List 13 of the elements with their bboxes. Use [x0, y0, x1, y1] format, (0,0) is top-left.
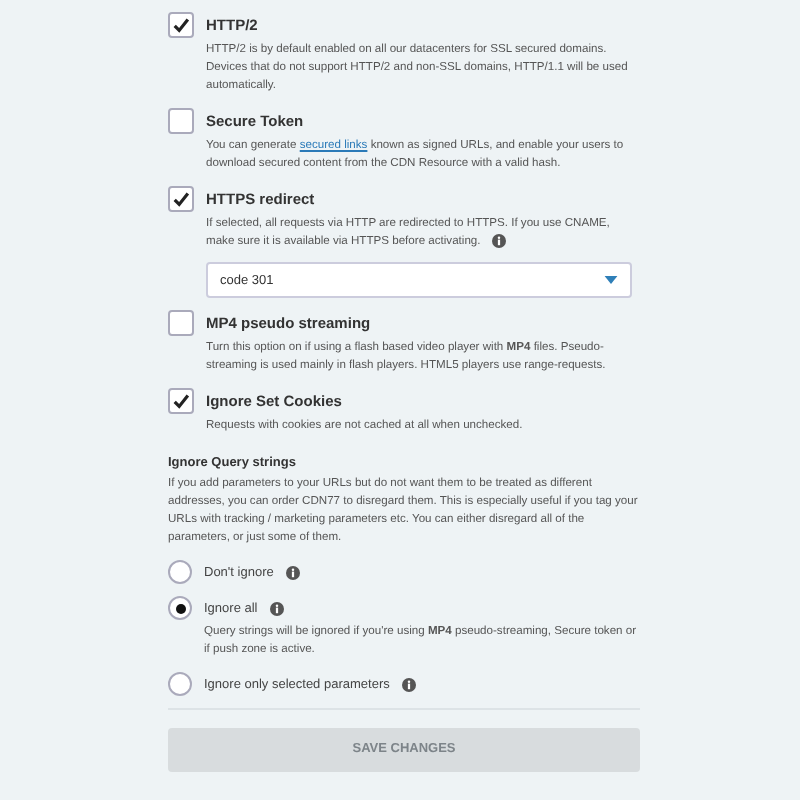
- caret-icon: [604, 276, 618, 285]
- checkbox[interactable]: [168, 12, 194, 38]
- checkbox[interactable]: [168, 388, 194, 415]
- radio-button[interactable]: [168, 560, 192, 585]
- info-icon[interactable]: [285, 565, 300, 580]
- radio-button[interactable]: [168, 672, 192, 697]
- info-icon[interactable]: [401, 677, 416, 692]
- info-icon[interactable]: [269, 601, 284, 616]
- radio-button[interactable]: [168, 596, 192, 621]
- info-icon[interactable]: [492, 234, 507, 248]
- checkbox[interactable]: [168, 108, 194, 134]
- checkbox[interactable]: [168, 186, 194, 212]
- checkbox[interactable]: [168, 310, 194, 337]
